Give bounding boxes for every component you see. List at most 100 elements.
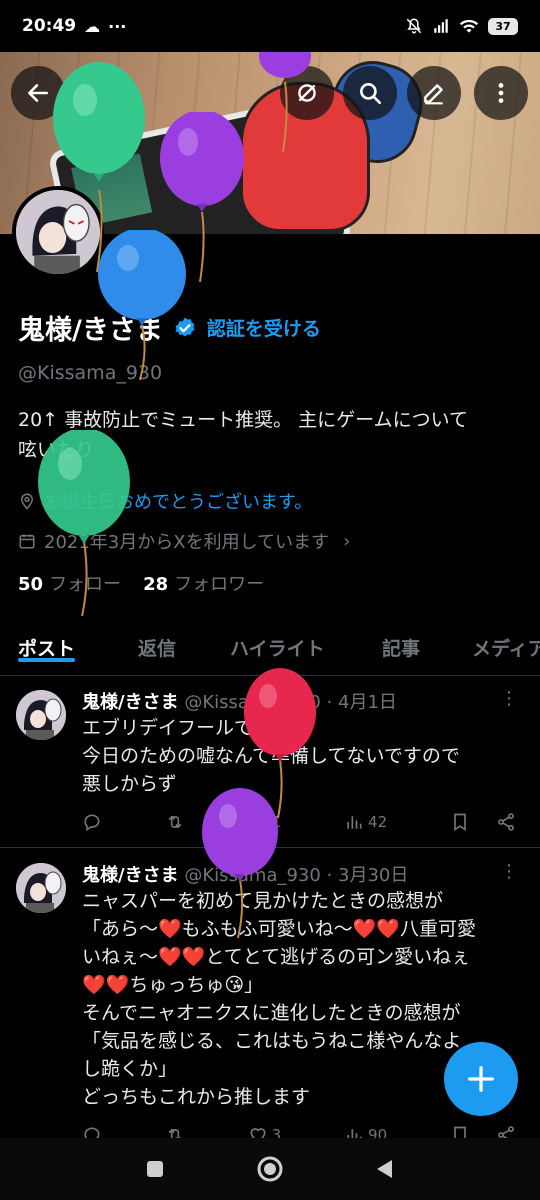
avatar-illustration: [16, 690, 66, 740]
bio-line: 20↑ 事故防止でミュート推奨。 主にゲームについて: [18, 409, 469, 431]
post-line: いねぇ〜❤️❤️とてとて逃げるの可ン愛いねぇ: [82, 946, 471, 968]
profile-tabs: ポスト 返信 ハイライト 記事 メディア: [0, 620, 540, 676]
verified-badge-icon[interactable]: [173, 316, 197, 340]
post-line: ❤️❤️ちゅっちゅ😘」: [82, 974, 264, 996]
tab-posts[interactable]: ポスト: [18, 620, 76, 662]
post-author-handle[interactable]: @Kissama_930: [184, 865, 321, 886]
arrow-left-icon: [28, 84, 48, 102]
birthday-text: お誕生日おめでとうございます。: [44, 492, 313, 513]
search-icon: [360, 83, 382, 105]
status-time: 20:49: [22, 16, 77, 36]
joined-text: 2021年3月からXを利用しています: [44, 532, 330, 553]
reply-icon: [84, 814, 100, 831]
get-verified-link[interactable]: 認証を受ける: [207, 314, 321, 341]
joined-row[interactable]: 2021年3月からXを利用しています ›: [18, 528, 350, 554]
profile-bio: 20↑ 事故防止でミュート推奨。 主にゲームについて 呟いたり: [18, 405, 528, 465]
profile-avatar[interactable]: [12, 186, 104, 278]
avatar-illustration: [16, 863, 66, 913]
balloon-blue-icon: [98, 230, 186, 380]
grok-button[interactable]: [280, 66, 334, 120]
more-dots-icon: ···: [108, 16, 127, 36]
views-icon: [347, 1129, 362, 1139]
like-count: 1: [271, 813, 282, 831]
share-icon[interactable]: [496, 812, 516, 832]
reply-button[interactable]: [82, 812, 102, 832]
post-header: 鬼様/きさま @Kissama_930 · 3月30日: [82, 861, 408, 887]
post-line: 悪しからず: [82, 773, 177, 795]
views-count: 42: [368, 813, 388, 831]
back-triangle-icon[interactable]: [374, 1158, 396, 1180]
tab-highlights[interactable]: ハイライト: [230, 620, 325, 661]
heart-icon: [250, 815, 266, 830]
profile-handle: @Kissama_930: [18, 362, 163, 384]
post-line: エブリデイフールです: [82, 717, 273, 739]
post-author-name[interactable]: 鬼様/きさま: [82, 692, 179, 713]
birthday-row: お誕生日おめでとうございます。: [18, 488, 312, 514]
post-date[interactable]: · 3月30日: [327, 865, 409, 886]
battery-icon: 37: [488, 17, 518, 35]
plus-icon: [468, 1066, 494, 1092]
pencil-icon: [424, 84, 443, 105]
bookmark-share-group: [450, 812, 516, 832]
share-icon[interactable]: [496, 1125, 516, 1139]
views-button[interactable]: 42: [344, 812, 387, 832]
post-more-icon[interactable]: ⋮: [500, 688, 518, 709]
more-vertical-icon: [498, 83, 504, 103]
cloud-icon: ☁: [84, 16, 101, 36]
post-more-icon[interactable]: ⋮: [500, 861, 518, 882]
post-header: 鬼様/きさま @Kissama_930 · 4月1日: [82, 688, 397, 714]
post-date[interactable]: · 4月1日: [327, 692, 397, 713]
reply-icon: [84, 1127, 100, 1139]
search-button[interactable]: [343, 66, 397, 120]
system-navigation-bar: [0, 1138, 540, 1200]
post-author-handle[interactable]: @Kissama_930: [184, 692, 321, 713]
post-line: 「あら〜❤️もふもふ可愛いね〜❤️❤️八重可愛: [82, 918, 476, 940]
repost-button[interactable]: [165, 1125, 185, 1139]
post-actions: 3 90: [82, 1125, 516, 1139]
repost-icon: [168, 815, 182, 829]
post-line: 今日のための嘘なんて準備してないですので: [82, 745, 460, 767]
reply-button[interactable]: [82, 1125, 102, 1139]
mute-icon: [406, 18, 422, 34]
avatar-illustration: [16, 190, 100, 274]
repost-icon: [168, 1128, 182, 1139]
grok-icon: [298, 84, 316, 102]
bio-line: 呟いたり: [18, 439, 95, 461]
like-button[interactable]: 1: [248, 812, 282, 832]
post-actions: 1 42: [82, 812, 516, 832]
post-item[interactable]: 鬼様/きさま @Kissama_930 · 4月1日 ⋮ エブリデイフールです …: [0, 676, 540, 848]
recent-apps-icon[interactable]: [144, 1158, 166, 1180]
tab-articles[interactable]: 記事: [382, 620, 420, 661]
views-button[interactable]: 90: [344, 1125, 387, 1139]
repost-button[interactable]: [165, 812, 185, 832]
post-body: エブリデイフールです 今日のための嘘なんて準備してないですので 悪しからず: [82, 714, 522, 798]
follow-stats: 50 フォロー 28 フォロワー: [18, 570, 264, 596]
wifi-icon: [459, 19, 479, 33]
views-icon: [347, 816, 362, 829]
bookmark-icon[interactable]: [450, 1125, 470, 1139]
bookmark-share-group: [450, 1125, 516, 1139]
post-line: ニャスパーを初めて見かけたときの感想が: [82, 890, 444, 912]
following-link[interactable]: 50 フォロー: [18, 570, 121, 596]
edit-button[interactable]: [407, 66, 461, 120]
heart-icon: [250, 1128, 266, 1139]
followers-link[interactable]: 28 フォロワー: [143, 570, 264, 596]
signal-icon: [434, 19, 448, 33]
tab-media[interactable]: メディア: [472, 620, 540, 661]
display-name: 鬼様/きさま: [18, 315, 163, 346]
bookmark-icon[interactable]: [450, 812, 470, 832]
calendar-icon: [19, 534, 35, 549]
post-avatar[interactable]: [16, 863, 66, 913]
post-avatar[interactable]: [16, 690, 66, 740]
more-options-button[interactable]: [474, 66, 528, 120]
compose-post-button[interactable]: [444, 1042, 518, 1116]
chevron-right-icon: ›: [343, 530, 351, 552]
tab-replies[interactable]: 返信: [138, 620, 176, 661]
profile-name-row: 鬼様/きさま 認証を受ける: [18, 308, 321, 347]
home-icon[interactable]: [256, 1155, 284, 1183]
back-button[interactable]: [11, 66, 65, 120]
post-author-name[interactable]: 鬼様/きさま: [82, 865, 179, 886]
location-pin-icon: [20, 493, 34, 510]
like-button[interactable]: 3: [248, 1125, 281, 1139]
status-bar: 20:49 ☁ ··· 37: [0, 0, 540, 52]
